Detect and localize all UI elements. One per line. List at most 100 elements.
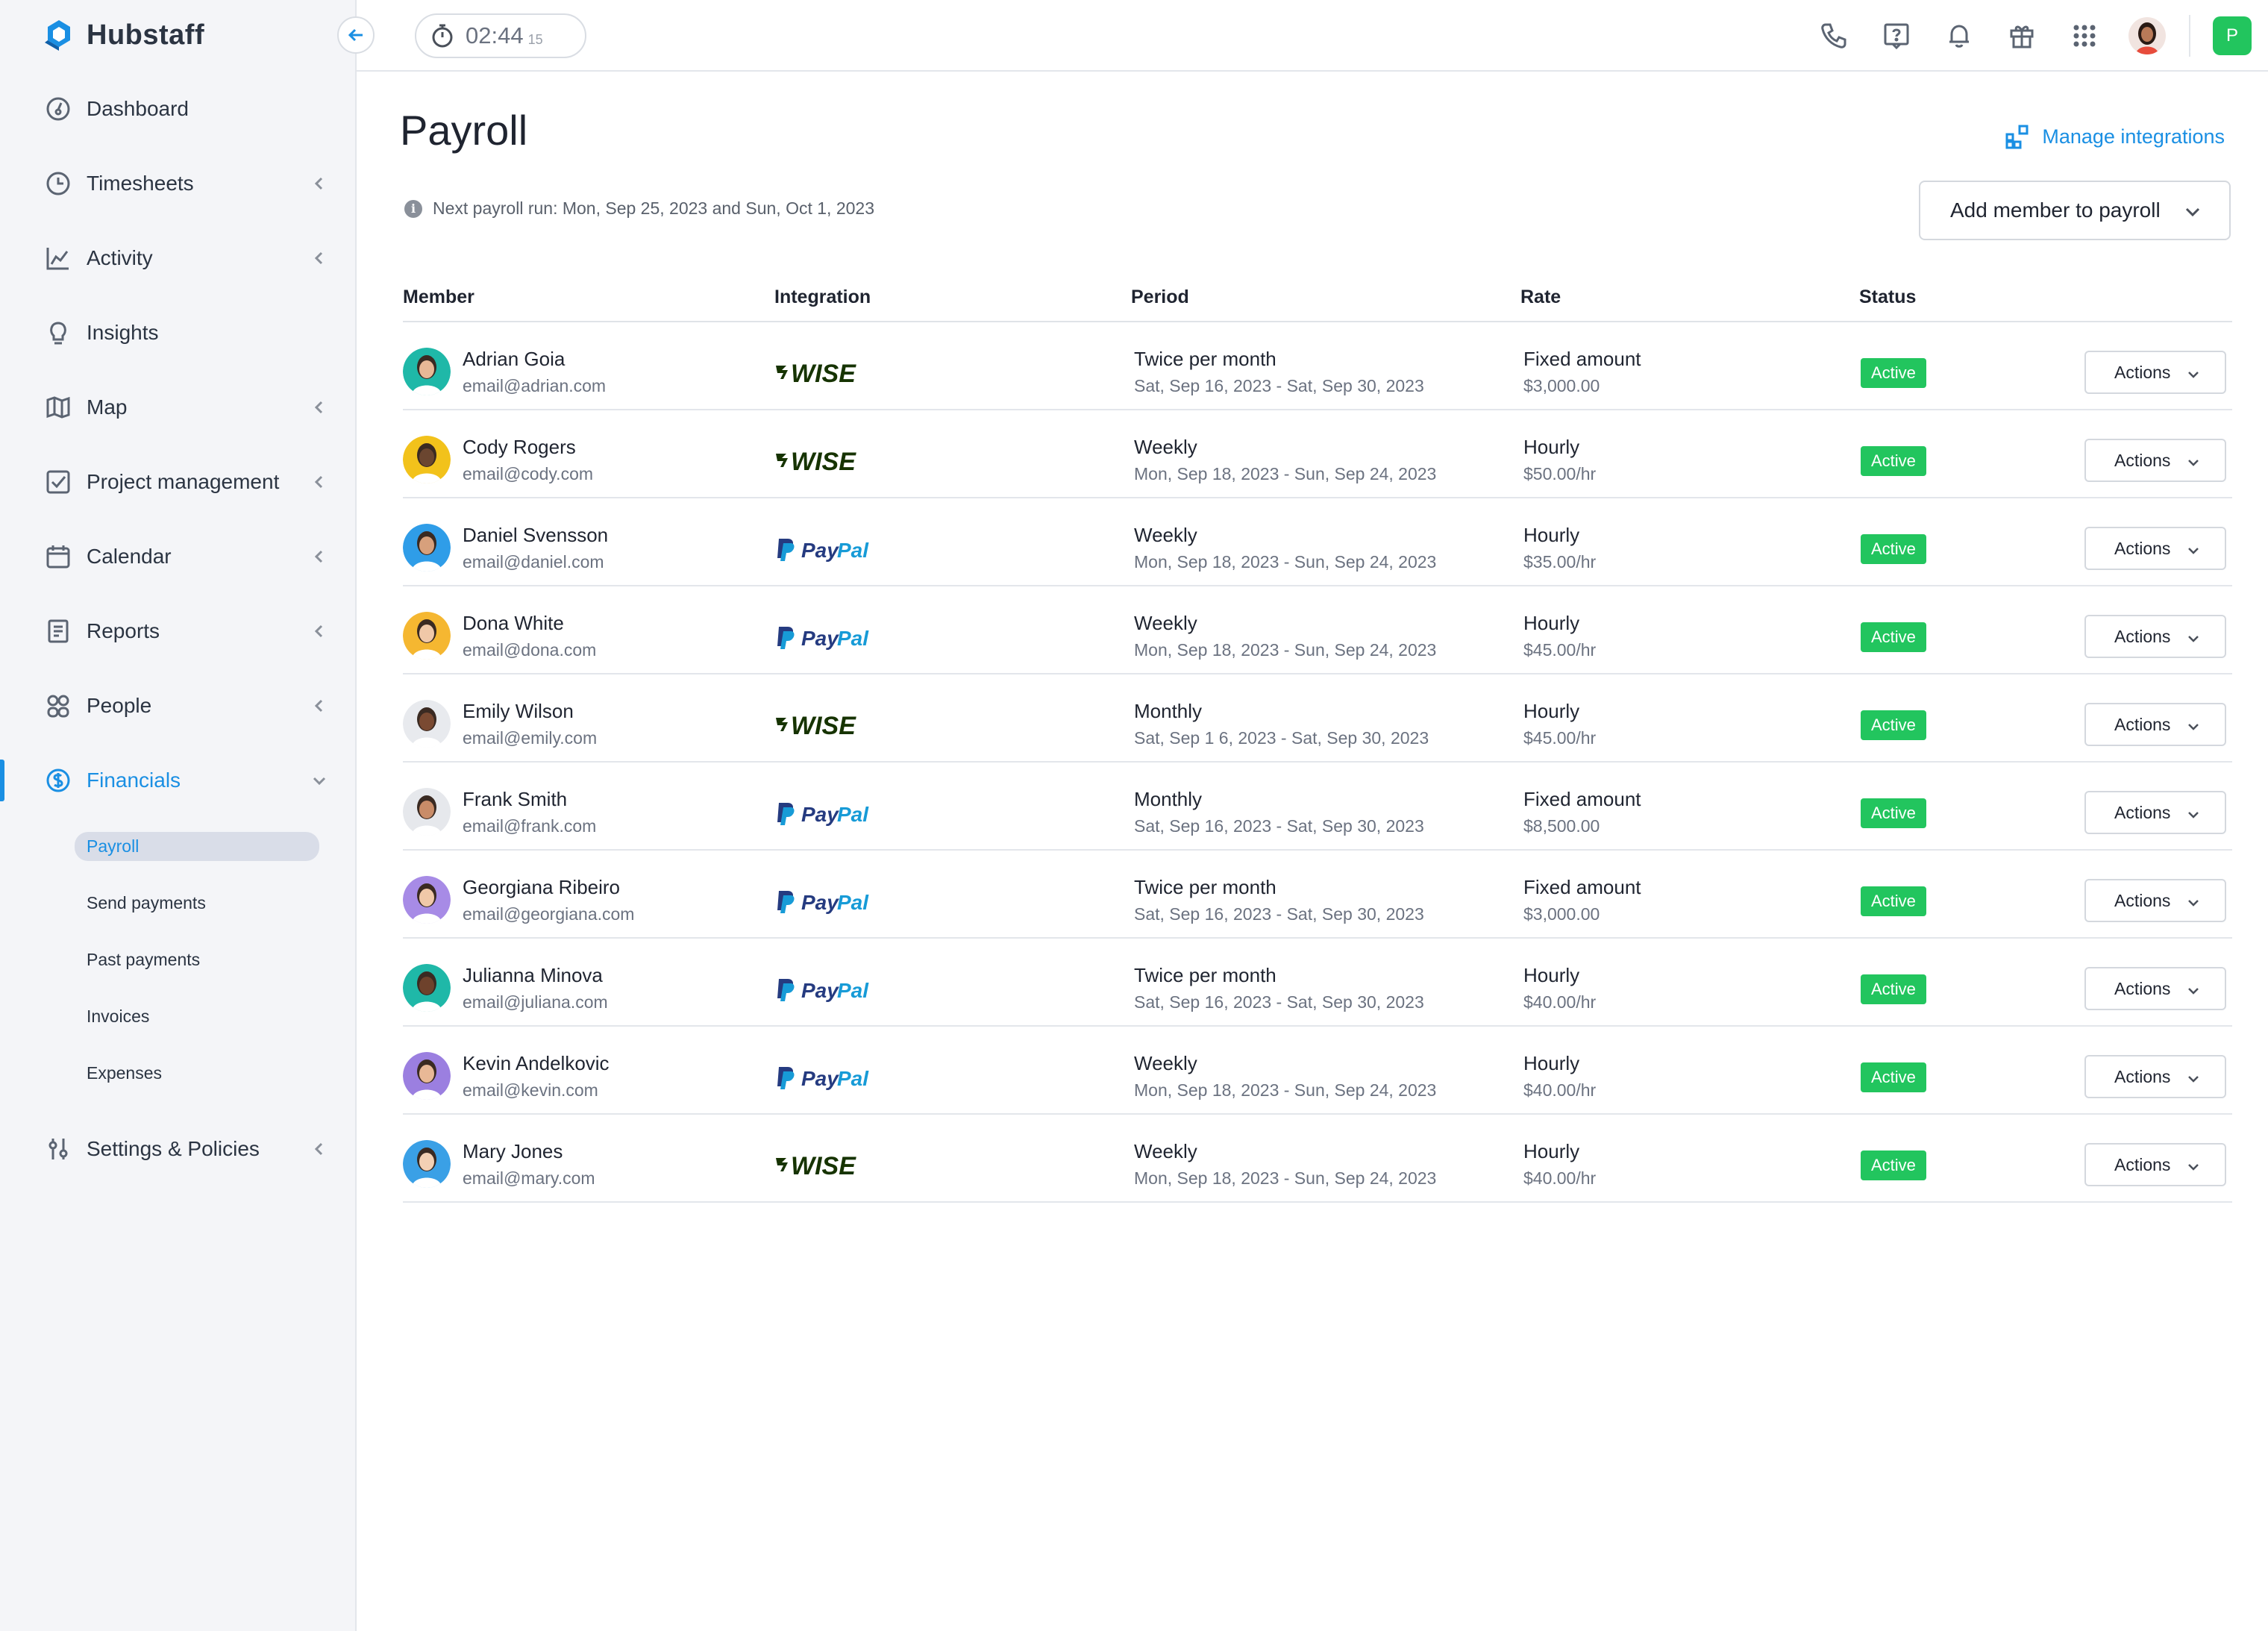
rate-type: Hourly <box>1523 524 1580 546</box>
stopwatch-icon <box>432 24 453 48</box>
actions-dropdown[interactable]: Actions <box>2084 527 2226 570</box>
table-row: Frank Smith email@frank.com Pay Pal Month… <box>403 763 2232 851</box>
integration-logo: Pay Pal <box>774 795 879 833</box>
actions-label: Actions <box>2114 714 2171 734</box>
collapse-sidebar-button[interactable] <box>337 16 375 54</box>
sidebar-item-dashboard[interactable]: Dashboard <box>0 72 357 146</box>
table-row: Adrian Goia email@adrian.com WISE Twice … <box>403 322 2232 410</box>
member-name: Julianna Minova <box>463 964 603 986</box>
phone-icon[interactable] <box>1802 13 1865 58</box>
period-range: Sat, Sep 16, 2023 - Sat, Sep 30, 2023 <box>1134 992 1424 1012</box>
status-badge: Active <box>1861 622 1926 652</box>
actions-dropdown[interactable]: Actions <box>2084 879 2226 922</box>
sidebar-item-settings-policies[interactable]: Settings & Policies <box>0 1112 357 1186</box>
rate-type: Fixed amount <box>1523 788 1641 810</box>
sidebar-item-label: Settings & Policies <box>87 1137 260 1160</box>
rate-amount: $3,000.00 <box>1523 904 1600 924</box>
user-avatar[interactable] <box>2116 13 2178 58</box>
rate-amount: $50.00/hr <box>1523 464 1597 483</box>
topbar: 02:44 15 P <box>357 0 2268 72</box>
integration-logo: Pay Pal <box>774 883 879 921</box>
period-range: Mon, Sep 18, 2023 - Sun, Sep 24, 2023 <box>1134 640 1437 660</box>
sliders-icon <box>45 1136 72 1162</box>
table-body: Adrian Goia email@adrian.com WISE Twice … <box>403 322 2232 1203</box>
sidebar-item-label: Reports <box>87 619 160 642</box>
column-header-member: Member <box>403 287 474 307</box>
member-email: email@juliana.com <box>463 992 608 1012</box>
wise-logo: WISE <box>776 360 856 388</box>
member-email: email@georgiana.com <box>463 904 635 924</box>
svg-text:Pal: Pal <box>837 803 869 826</box>
timer-widget[interactable]: 02:44 15 <box>415 13 586 58</box>
actions-dropdown[interactable]: Actions <box>2084 439 2226 482</box>
hubstaff-logo[interactable]: Hubstaff <box>42 16 204 54</box>
apps-grid-icon[interactable] <box>2053 13 2116 58</box>
bell-icon[interactable] <box>1928 13 1990 58</box>
chevron-down-icon <box>2185 207 2200 217</box>
sidebar-item-activity[interactable]: Activity <box>0 221 357 295</box>
actions-dropdown[interactable]: Actions <box>2084 615 2226 658</box>
svg-text:Pal: Pal <box>837 539 869 562</box>
actions-dropdown[interactable]: Actions <box>2084 967 2226 1010</box>
chevron-down-icon <box>2188 548 2199 554</box>
sidebar-item-people[interactable]: People <box>0 669 357 743</box>
sidebar-item-financials[interactable]: Financials <box>0 743 357 818</box>
sidebar-item-map[interactable]: Map <box>0 370 357 445</box>
column-header-status: Status <box>1859 287 1917 307</box>
chevron-down-icon <box>2188 1076 2199 1083</box>
chevron-down-icon <box>2188 988 2199 995</box>
rate-amount: $40.00/hr <box>1523 1168 1597 1188</box>
add-member-to-payroll-button[interactable]: Add member to payroll <box>1919 181 2231 240</box>
table-header: Member Integration Period Rate Status <box>403 278 2232 322</box>
actions-dropdown[interactable]: Actions <box>2084 351 2226 394</box>
actions-dropdown[interactable]: Actions <box>2084 703 2226 746</box>
period-range: Sat, Sep 16, 2023 - Sat, Sep 30, 2023 <box>1134 904 1424 924</box>
sidebar-subitem-past-payments[interactable]: Past payments <box>0 931 357 988</box>
integration-logo: Pay Pal <box>774 971 879 1009</box>
sidebar-item-insights[interactable]: Insights <box>0 295 357 370</box>
hubstaff-logo-icon <box>45 20 70 51</box>
sidebar-subitem-label: Send payments <box>87 892 206 912</box>
sidebar-item-reports[interactable]: Reports <box>0 594 357 669</box>
status-badge: Active <box>1861 446 1926 476</box>
avatar <box>403 1052 451 1100</box>
avatar <box>403 876 451 924</box>
avatar <box>403 1140 451 1188</box>
integrations-icon <box>2005 125 2029 149</box>
sidebar-item-timesheets[interactable]: Timesheets <box>0 146 357 221</box>
rate-amount: $35.00/hr <box>1523 552 1597 572</box>
actions-dropdown[interactable]: Actions <box>2084 1143 2226 1186</box>
integration-logo: WISE <box>774 707 864 745</box>
paypal-logo: PayPal <box>777 979 869 1002</box>
manage-integrations-link[interactable]: Manage integrations <box>2005 124 2225 149</box>
sidebar-subitem-send-payments[interactable]: Send payments <box>0 874 357 931</box>
status-badge: Active <box>1861 534 1926 564</box>
status-badge: Active <box>1861 358 1926 388</box>
actions-dropdown[interactable]: Actions <box>2084 1055 2226 1098</box>
sidebar-item-label: Dashboard <box>87 97 189 120</box>
sidebar-subitem-payroll[interactable]: Payroll <box>0 818 357 874</box>
arrow-left-icon <box>348 28 363 42</box>
integration-logo: Pay Pal <box>774 1059 879 1097</box>
gift-icon[interactable] <box>1990 13 2053 58</box>
rate-type: Fixed amount <box>1523 876 1641 898</box>
chevron-left-icon <box>314 1142 323 1156</box>
sidebar-subitem-expenses[interactable]: Expenses <box>0 1045 357 1101</box>
sidebar-item-project-management[interactable]: Project management <box>0 445 357 519</box>
member-email: email@adrian.com <box>463 376 607 395</box>
actions-dropdown[interactable]: Actions <box>2084 791 2226 834</box>
avatar <box>403 788 451 836</box>
rate-amount: $40.00/hr <box>1523 1080 1597 1100</box>
rate-amount: $45.00/hr <box>1523 728 1597 748</box>
help-icon[interactable] <box>1865 13 1928 58</box>
rate-type: Hourly <box>1523 1052 1580 1074</box>
chevron-down-icon <box>2188 812 2199 818</box>
status-badge: Active <box>1861 974 1926 1004</box>
org-badge[interactable]: P <box>2213 16 2252 55</box>
member-email: email@frank.com <box>463 816 597 836</box>
sidebar-subitem-invoices[interactable]: Invoices <box>0 988 357 1045</box>
chevron-left-icon <box>314 475 323 489</box>
chevron-down-icon <box>2188 1164 2199 1171</box>
sidebar-item-calendar[interactable]: Calendar <box>0 519 357 594</box>
avatar <box>403 612 451 660</box>
